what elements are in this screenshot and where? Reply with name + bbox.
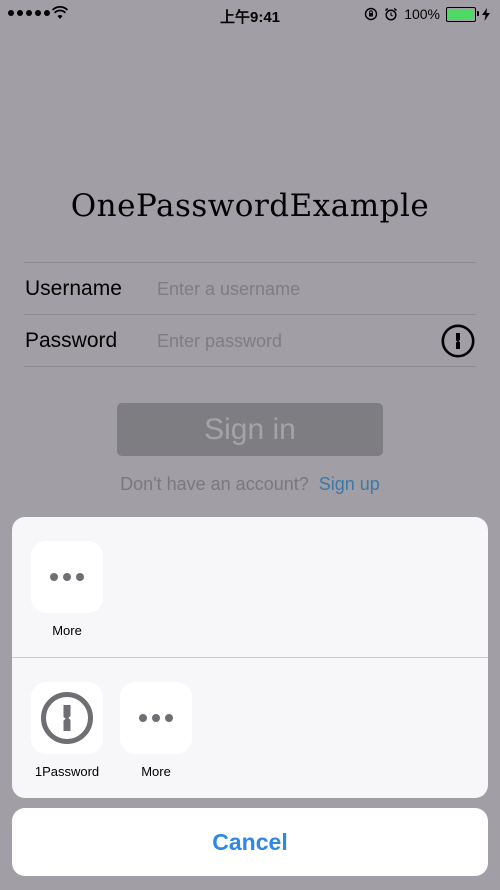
onepassword-app-icon	[31, 682, 103, 754]
status-right: 100%	[364, 6, 490, 22]
share-sheet: More 1Password More	[12, 517, 488, 798]
password-label: Password	[25, 329, 118, 352]
form-divider-bottom	[24, 366, 476, 367]
form-divider-top	[24, 262, 476, 263]
onepassword-fill-icon[interactable]	[441, 324, 475, 358]
share-more-action-bottom[interactable]: More	[118, 682, 194, 779]
share-item-label: More	[141, 764, 171, 779]
more-icon	[120, 682, 192, 754]
signup-row: Don't have an account? Sign up	[0, 474, 500, 495]
share-item-label: More	[52, 623, 82, 638]
signup-link[interactable]: Sign up	[319, 474, 380, 494]
more-icon	[31, 541, 103, 613]
alarm-icon	[385, 7, 398, 21]
share-onepassword-action[interactable]: 1Password	[29, 682, 105, 779]
onepassword-icon	[41, 692, 93, 744]
share-sheet-divider	[12, 657, 488, 658]
share-more-action-top[interactable]: More	[29, 541, 105, 638]
charging-icon	[482, 7, 490, 21]
cancel-button[interactable]: Cancel	[12, 808, 488, 876]
password-field[interactable]	[157, 326, 427, 356]
battery-percent: 100%	[404, 6, 440, 22]
signin-button[interactable]: Sign in	[117, 403, 383, 456]
username-field[interactable]	[157, 274, 427, 304]
app-title: OnePasswordExample	[70, 188, 430, 224]
username-label: Username	[25, 277, 122, 300]
rotation-lock-icon	[364, 7, 378, 21]
form-divider-middle	[24, 314, 476, 315]
signup-prompt: Don't have an account?	[120, 474, 309, 494]
battery-icon	[446, 6, 479, 22]
status-bar: 上午9:41 100%	[0, 0, 500, 30]
share-item-label: 1Password	[34, 764, 100, 779]
app-screen: 上午9:41 100% OnePasswordExample Username …	[0, 0, 500, 890]
